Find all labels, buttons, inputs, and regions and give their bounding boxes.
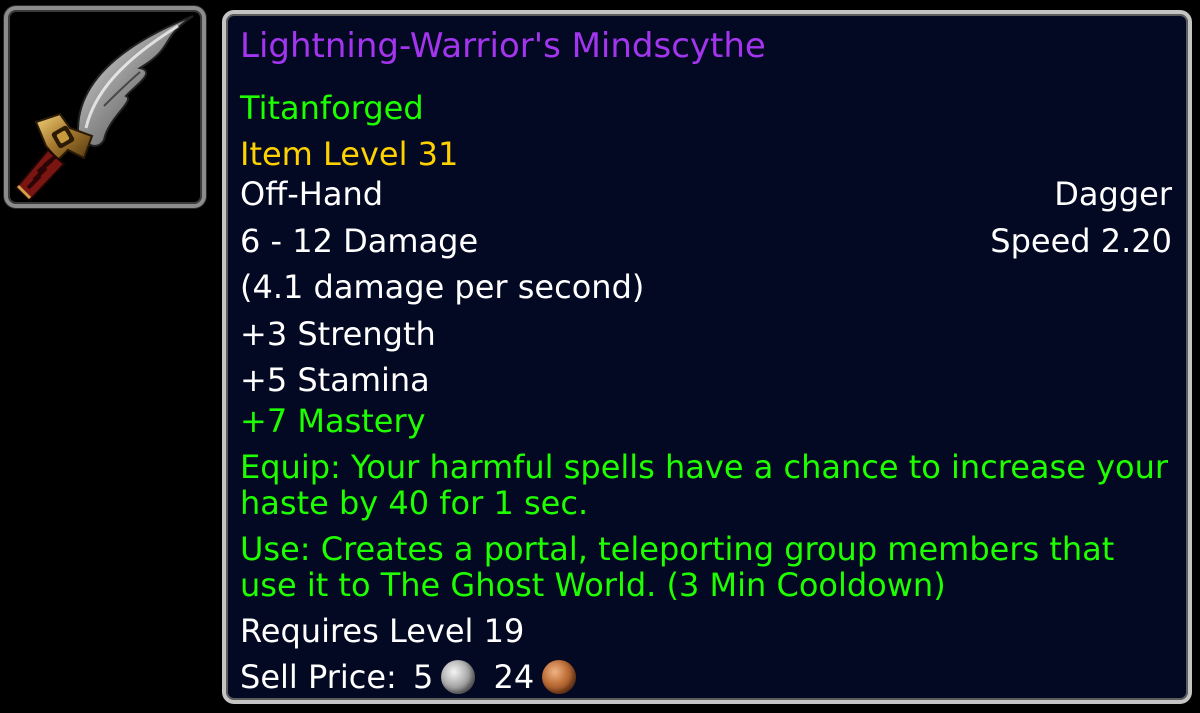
silver-coin-icon [441,660,476,694]
stat-strength: +3 Strength [240,315,436,353]
item-speed: Speed 2.20 [990,222,1172,260]
sell-silver-amount: 5 [412,658,434,696]
stat-stamina: +5 Stamina [240,361,430,399]
sell-price-row: Sell Price: 5 24 [240,659,1172,695]
item-type: Dagger [1054,175,1172,213]
item-tier: Titanforged [240,89,424,127]
stat-mastery: +7 Mastery [240,402,426,440]
sell-copper-amount: 24 [493,658,535,696]
equip-effect: Equip: Your harmful spells have a chance… [240,448,1168,522]
item-dps: (4.1 damage per second) [240,268,645,306]
damage-speed-row: 6 - 12 Damage Speed 2.20 [240,223,1172,259]
item-level: Item Level 31 [240,135,459,173]
required-level: Requires Level 19 [240,612,525,650]
item-icon-frame[interactable] [4,6,206,208]
dagger-icon [14,15,194,202]
item-slot: Off-Hand [240,175,384,213]
item-name: Lightning-Warrior's Mindscythe [240,26,766,66]
sell-price-label: Sell Price: [240,658,397,696]
item-tooltip: Lightning-Warrior's Mindscythe Titanforg… [222,10,1192,704]
slot-type-row: Off-Hand Dagger [240,176,1172,212]
copper-coin-icon [542,660,577,694]
item-damage: 6 - 12 Damage [240,222,479,260]
use-effect: Use: Creates a portal, teleporting group… [240,530,1115,604]
